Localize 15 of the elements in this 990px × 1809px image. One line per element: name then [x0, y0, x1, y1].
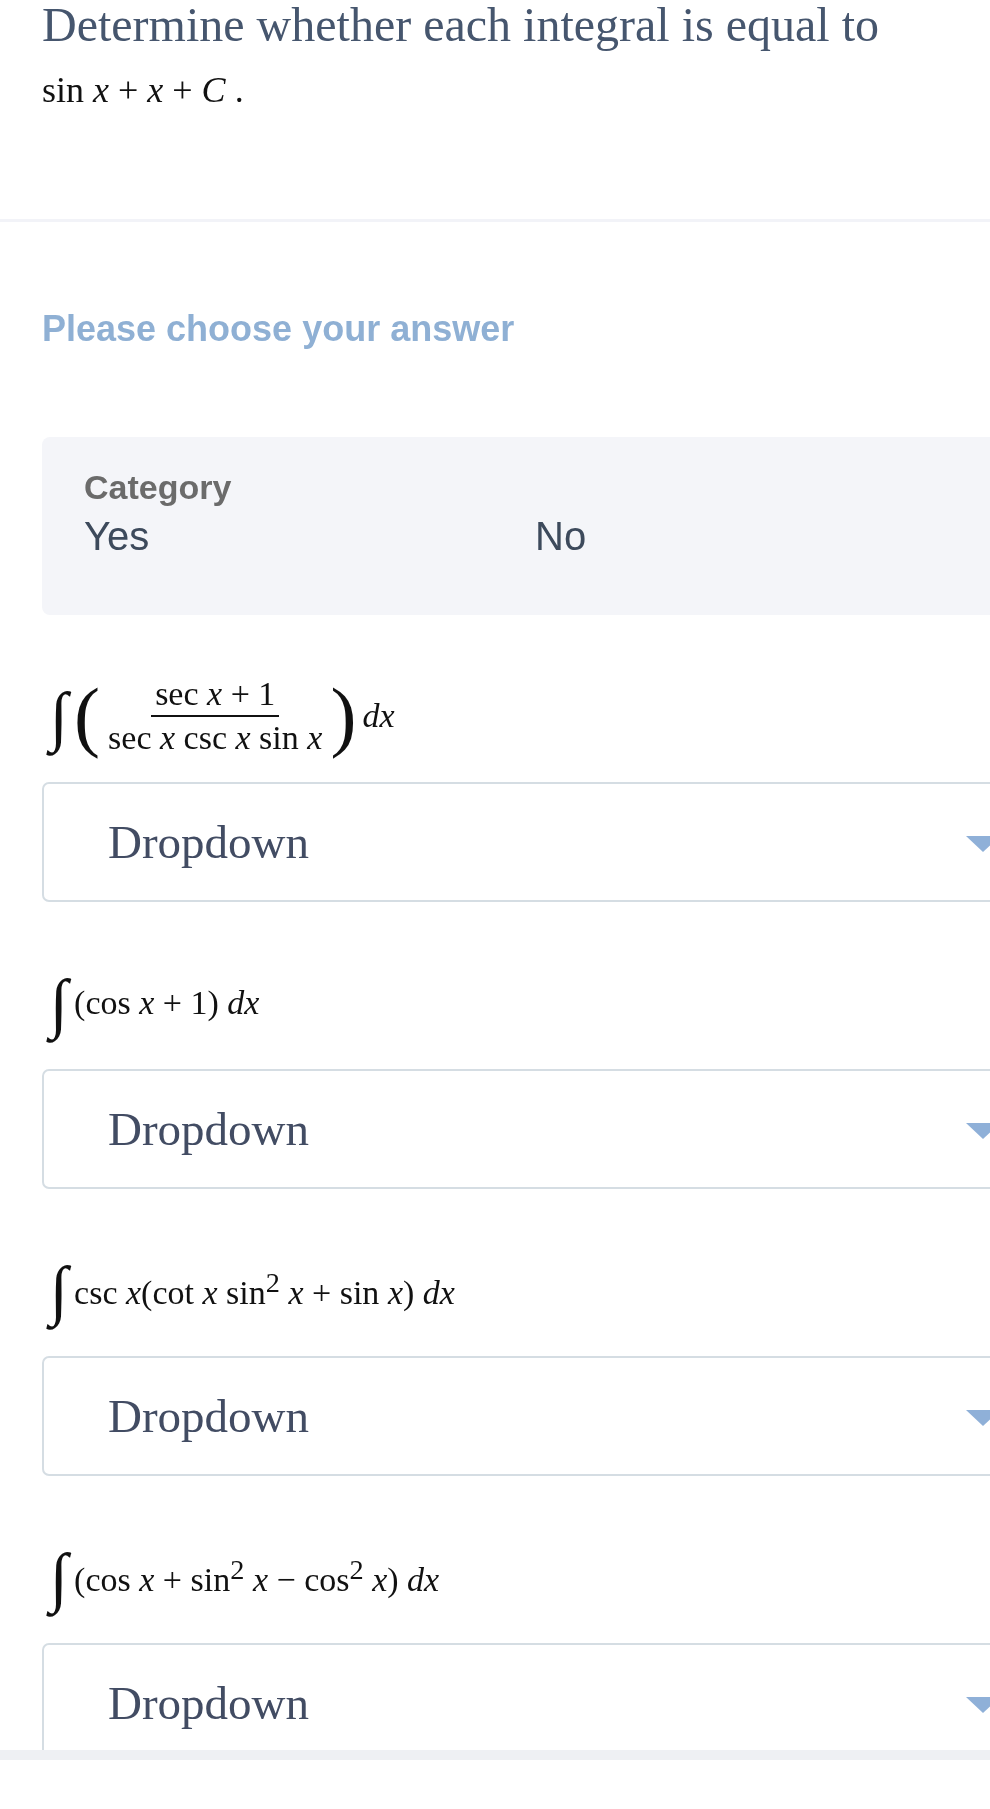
column-heading: Yes: [84, 513, 151, 560]
integral-formula: ∫(cos x + sin$^{2}$ x − cos$^{2}$ x) dx: [42, 1534, 440, 1619]
answer-dropdown[interactable]: Dropdown: [42, 1356, 990, 1476]
question-text: Determine whether each integral is equal to: [42, 0, 880, 50]
caret-icon: [966, 1123, 990, 1139]
integral-formula: ∫csc x(cot x sin$^{2}$ x + sin x) dx: [42, 1247, 455, 1332]
math-expression: sin x + x + C .: [42, 70, 244, 110]
caret-icon: [966, 836, 990, 852]
answer-dropdown[interactable]: Dropdown: [42, 782, 990, 902]
prompt-heading: Please choose your answer: [42, 307, 515, 351]
answer-dropdown[interactable]: Dropdown: [42, 1069, 990, 1189]
caret-icon: [966, 1697, 990, 1713]
category-label: Category: [84, 467, 232, 507]
column-heading: No: [535, 513, 587, 560]
caret-icon: [966, 1410, 990, 1426]
